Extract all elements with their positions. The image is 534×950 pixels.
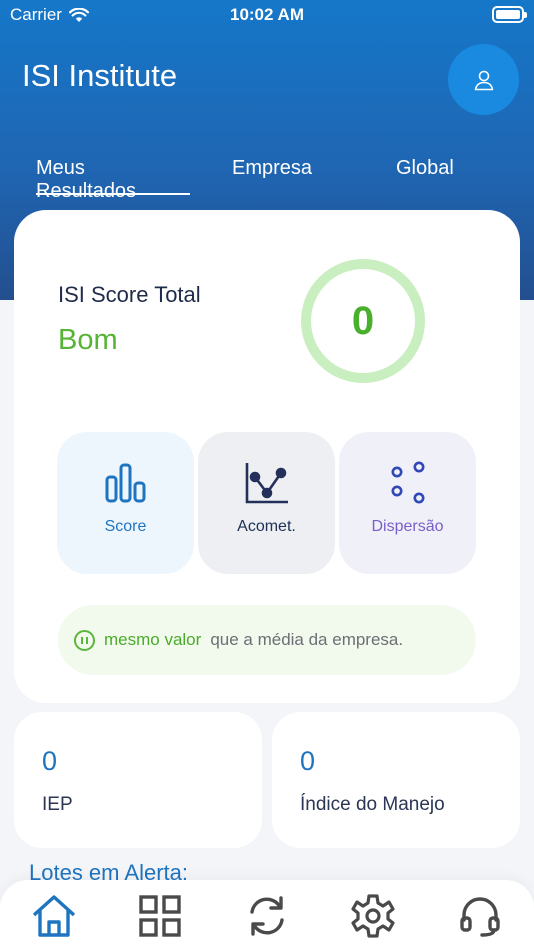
scatter-icon [391, 461, 424, 504]
pause-circle-icon [74, 629, 95, 651]
score-metric-label: Score [104, 518, 147, 535]
status-bar: Carrier 10:02 AM [0, 0, 534, 30]
score-level: Bom [58, 324, 118, 356]
iep-label: IEP [42, 794, 73, 815]
manejo-label: Índice do Manejo [300, 794, 445, 815]
tab-grid[interactable] [134, 890, 186, 942]
app-title: ISI Institute [22, 58, 178, 93]
stat-card-manejo[interactable]: 0 Índice do Manejo [272, 712, 520, 848]
tab-settings[interactable] [347, 890, 399, 942]
sync-icon [250, 896, 284, 936]
dispersao-metric-button[interactable]: Dispersão [339, 432, 476, 574]
score-card: ISI Score Total Bom 0 Score Acomet. Disp… [14, 210, 520, 703]
score-title: ISI Score Total [58, 282, 201, 307]
comparison-text: que a média da empresa. [210, 630, 404, 649]
headset-icon [460, 897, 500, 937]
home-icon [32, 895, 76, 937]
tab-sync[interactable] [241, 890, 293, 942]
tab-global[interactable]: Global [396, 157, 454, 195]
bar-chart-icon [105, 463, 145, 503]
battery-icon [492, 6, 527, 23]
tab-empresa[interactable]: Empresa [232, 157, 312, 195]
profile-button[interactable] [448, 44, 519, 115]
user-icon [474, 70, 493, 90]
tab-support[interactable] [454, 890, 506, 942]
acomet-metric-button[interactable]: Acomet. [198, 432, 335, 574]
acomet-metric-label: Acomet. [237, 518, 296, 535]
tab-meus-resultados[interactable]: Meus Resultados [36, 157, 190, 202]
tab-home[interactable] [28, 890, 80, 942]
comparison-note: mesmo valor que a média da empresa. [58, 605, 476, 675]
line-chart-icon [245, 463, 288, 504]
manejo-value: 0 [300, 746, 316, 776]
settings-icon [351, 894, 395, 938]
iep-value: 0 [42, 746, 58, 776]
clock: 10:02 AM [229, 5, 304, 24]
grid-icon [139, 895, 181, 937]
score-metric-button[interactable]: Score [57, 432, 194, 574]
stat-card-iep[interactable]: 0 IEP [14, 712, 262, 848]
segment-tabs: Meus Resultados Empresa Global [0, 157, 534, 202]
bottom-tab-bar [0, 880, 534, 950]
comparison-highlight: mesmo valor [104, 630, 202, 649]
score-ring: 0 [301, 259, 425, 383]
score-value: 0 [351, 298, 375, 343]
dispersao-metric-label: Dispersão [371, 518, 444, 535]
